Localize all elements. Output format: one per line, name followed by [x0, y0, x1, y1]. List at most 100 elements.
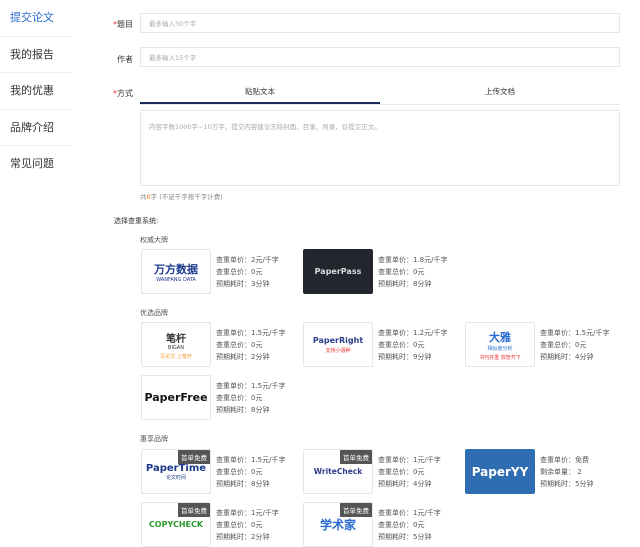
info-line: 查重总价：0元 — [378, 467, 425, 476]
brand-logo: PaperPass — [303, 249, 373, 294]
count-suffix: 字 — [150, 193, 158, 201]
checker-card[interactable]: COPYCHECK 首单免费 查重单价：1元/千字 查重总价：0元 预期耗时：2分钟 — [141, 502, 279, 547]
brand-logo: 笔杆 BIGAN 写论文 上笔杆 — [141, 322, 211, 367]
info-line: 查重单价：免费 — [540, 456, 589, 464]
logo-text: WriteCheck — [313, 467, 363, 476]
author-input[interactable]: 最多输入15个字 — [140, 47, 620, 67]
method-label: *方式 — [93, 88, 133, 99]
info-line: 预期耗时：5分钟 — [540, 479, 594, 488]
info-line: 查重单价：1.5元/千字 — [216, 456, 286, 464]
group-title: 惠享品牌 — [140, 435, 168, 443]
first-order-free-badge: 首单免费 — [178, 450, 210, 464]
group-title: 优选品牌 — [140, 309, 168, 317]
content-textarea[interactable]: 内容字数1000字~10万字。提交内容建议去除封面、目录、附录，仅提交正文。 — [140, 110, 620, 186]
info-line: 预期耗时：8分钟 — [216, 479, 270, 488]
logo-text: PaperFree — [144, 391, 208, 404]
title-label: *题目 — [93, 19, 133, 30]
info-line: 查重单价：2元/千字 — [216, 256, 279, 264]
info-line: 查重总价：0元 — [216, 520, 263, 529]
info-line: 查重单价：1元/千字 — [216, 509, 279, 517]
sidebar-item-reports[interactable]: 我的报告 — [0, 37, 72, 73]
checker-info: 查重单价：1.5元/千字 查重总价：0元 预期耗时：4分钟 — [540, 322, 610, 367]
first-order-free-badge: 首单免费 — [340, 450, 372, 464]
info-line: 查重单价：1元/千字 — [378, 509, 441, 517]
info-line: 查重总价：0元 — [378, 340, 425, 349]
info-line: 预期耗时：3分钟 — [216, 279, 270, 288]
checker-info: 查重单价：免费 剩余单量： 2 预期耗时：5分钟 — [540, 449, 593, 494]
method-label-text: 方式 — [117, 89, 133, 98]
brand-logo: 万方数据 WANFANG DATA — [141, 249, 211, 294]
sidebar-item-submit[interactable]: 提交论文 — [0, 0, 72, 37]
checker-info: 查重单价：1元/千字 查重总价：0元 预期耗时：4分钟 — [378, 449, 441, 494]
sidebar: 提交论文 我的报告 我的优惠 品牌介绍 常见问题 — [0, 0, 72, 183]
logo-subtext: BIGAN — [168, 344, 184, 351]
title-input[interactable]: 最多输入30个字 — [140, 13, 620, 33]
brand-logo: 大雅 相似度分析 书刊并重 双管齐下 — [465, 322, 535, 367]
brand-logo: PaperRight 支持小语种 — [303, 322, 373, 367]
info-line: 查重总价：0元 — [378, 520, 425, 529]
checker-info: 查重单价：2元/千字 查重总价：0元 预期耗时：3分钟 — [216, 249, 279, 294]
checker-info: 查重单价：1.5元/千字 查重总价：0元 预期耗时：8分钟 — [216, 375, 286, 420]
info-line: 查重单价：1.8元/千字 — [378, 256, 448, 264]
tab-paste-text[interactable]: 粘贴文本 — [140, 84, 380, 104]
sidebar-item-faq[interactable]: 常见问题 — [0, 146, 72, 183]
checker-card[interactable]: PaperYY 查重单价：免费 剩余单量： 2 预期耗时：5分钟 — [465, 449, 593, 494]
sidebar-item-discounts[interactable]: 我的优惠 — [0, 73, 72, 110]
info-line: 查重单价：1.5元/千字 — [216, 329, 286, 337]
checker-card[interactable]: PaperFree 查重单价：1.5元/千字 查重总价：0元 预期耗时：8分钟 — [141, 375, 286, 420]
brand-logo: 学术家 首单免费 — [303, 502, 373, 547]
info-line: 预期耗时：8分钟 — [378, 279, 432, 288]
logo-text: 学术家 — [319, 518, 356, 532]
sidebar-item-brands[interactable]: 品牌介绍 — [0, 110, 72, 146]
logo-text: 万方数据 — [154, 262, 198, 276]
brand-logo: WriteCheck 首单免费 — [303, 449, 373, 494]
checker-card[interactable]: PaperRight 支持小语种 查重单价：1.2元/千字 查重总价：0元 预期耗时：9… — [303, 322, 448, 367]
info-line: 查重单价：1.5元/千字 — [216, 382, 286, 390]
tab-upload-doc[interactable]: 上传文档 — [380, 84, 620, 104]
info-line: 查重总价：0元 — [216, 340, 263, 349]
info-line: 查重总价：0元 — [216, 393, 263, 402]
checker-info: 查重单价：1.8元/千字 查重总价：0元 预期耗时：8分钟 — [378, 249, 448, 294]
checker-info: 查重单价：1.2元/千字 查重总价：0元 预期耗时：9分钟 — [378, 322, 448, 367]
logo-text: PaperRight — [312, 335, 364, 345]
checker-info: 查重单价：1元/千字 查重总价：0元 预期耗时：2分钟 — [216, 502, 279, 547]
brand-logo: COPYCHECK 首单免费 — [141, 502, 211, 547]
checker-card[interactable]: PaperTime 论文时间 首单免费 查重单价：1.5元/千字 查重总价：0元 预期耗时… — [141, 449, 286, 494]
logo-tagline: 支持小语种 — [325, 347, 351, 354]
checker-card[interactable]: PaperPass 查重单价：1.8元/千字 查重总价：0元 预期耗时：8分钟 — [303, 249, 448, 294]
word-count: 共0字 (不足千字按千字计费) — [140, 191, 223, 201]
logo-subtext: 相似度分析 — [487, 345, 513, 352]
logo-text: PaperPass — [314, 267, 362, 276]
brand-logo: PaperTime 论文时间 首单免费 — [141, 449, 211, 494]
checker-card[interactable]: 大雅 相似度分析 书刊并重 双管齐下 查重单价：1.5元/千字 查重总价：0元 预期耗时：… — [465, 322, 610, 367]
info-line: 预期耗时：2分钟 — [216, 352, 270, 361]
info-line: 预期耗时：2分钟 — [216, 532, 270, 541]
checker-card[interactable]: 笔杆 BIGAN 写论文 上笔杆 查重单价：1.5元/千字 查重总价：0元 预期耗时：2分… — [141, 322, 286, 367]
checker-card[interactable]: 万方数据 WANFANG DATA 查重单价：2元/千字 查重总价：0元 预期耗时：3分… — [141, 249, 279, 294]
info-line: 预期耗时：4分钟 — [540, 352, 594, 361]
info-line: 预期耗时：8分钟 — [216, 405, 270, 414]
info-line: 查重单价：1.5元/千字 — [540, 329, 610, 337]
logo-tagline: 写论文 上笔杆 — [160, 353, 192, 360]
checker-card[interactable]: WriteCheck 首单免费 查重单价：1元/千字 查重总价：0元 预期耗时：4分钟 — [303, 449, 441, 494]
info-line: 剩余单量： 2 — [540, 467, 582, 476]
first-order-free-badge: 首单免费 — [178, 503, 210, 517]
info-line: 查重单价：1.2元/千字 — [378, 329, 448, 337]
select-system-label: 选择查重系统: — [114, 217, 159, 225]
checker-info: 查重单价：1元/千字 查重总价：0元 预期耗时：5分钟 — [378, 502, 441, 547]
checker-card[interactable]: 学术家 首单免费 查重单价：1元/千字 查重总价：0元 预期耗时：5分钟 — [303, 502, 441, 547]
logo-text: 大雅 — [489, 330, 511, 344]
author-label: 作者 — [117, 55, 133, 64]
group-title: 权威大牌 — [140, 236, 168, 244]
logo-subtext: 论文时间 — [165, 474, 186, 481]
count-note: (不足千字按千字计费) — [159, 193, 223, 201]
brand-logo: PaperYY — [465, 449, 535, 494]
checker-info: 查重单价：1.5元/千字 查重总价：0元 预期耗时：8分钟 — [216, 449, 286, 494]
checker-info: 查重单价：1.5元/千字 查重总价：0元 预期耗时：2分钟 — [216, 322, 286, 367]
info-line: 查重单价：1元/千字 — [378, 456, 441, 464]
first-order-free-badge: 首单免费 — [340, 503, 372, 517]
logo-text: PaperTime — [145, 462, 207, 474]
brand-logo: PaperFree — [141, 375, 211, 420]
logo-text: COPYCHECK — [148, 520, 204, 529]
info-line: 查重总价：0元 — [378, 267, 425, 276]
